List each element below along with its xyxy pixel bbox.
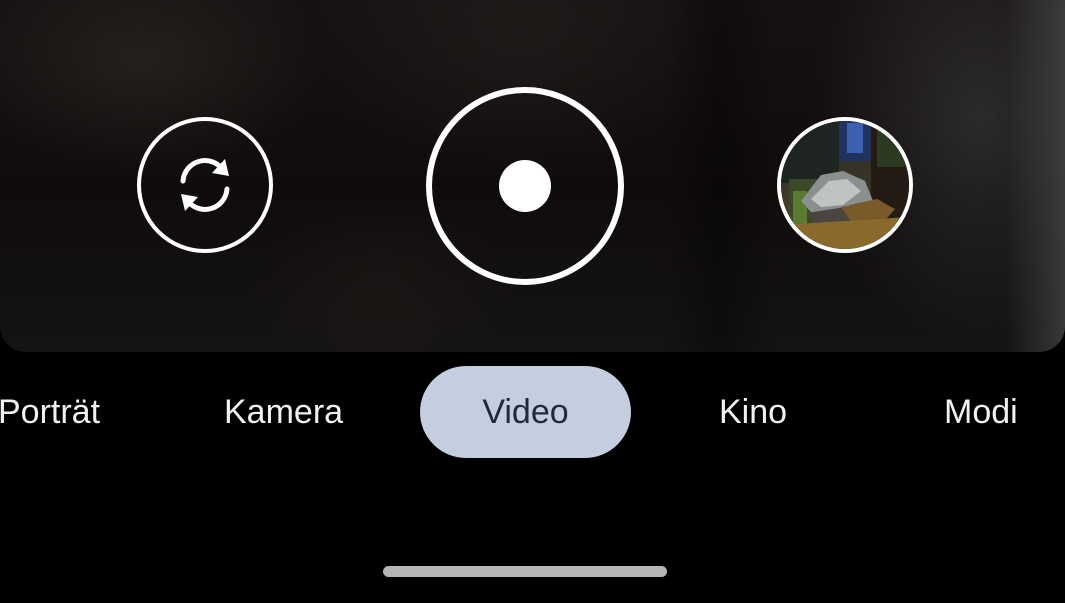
home-indicator[interactable]: [383, 566, 667, 577]
viewfinder-shadow: [660, 0, 780, 352]
camera-switch-icon: [180, 158, 230, 212]
record-button[interactable]: [426, 87, 624, 285]
mode-camera[interactable]: Kamera: [224, 366, 343, 458]
viewfinder-highlight: [1005, 0, 1065, 352]
mode-modi[interactable]: Modi: [944, 366, 1018, 458]
mode-kino[interactable]: Kino: [719, 366, 787, 458]
camera-screen: Porträt Kamera Video Kino Modi: [0, 0, 1065, 603]
last-capture-thumbnail: [781, 121, 909, 249]
record-icon: [499, 160, 551, 212]
mode-selector: Porträt Kamera Video Kino Modi: [0, 366, 1065, 458]
viewfinder[interactable]: [0, 0, 1065, 352]
switch-camera-button[interactable]: [137, 117, 273, 253]
gallery-thumbnail-button[interactable]: [777, 117, 913, 253]
mode-video-selected[interactable]: Video: [420, 366, 631, 458]
mode-portrait[interactable]: Porträt: [0, 366, 100, 458]
